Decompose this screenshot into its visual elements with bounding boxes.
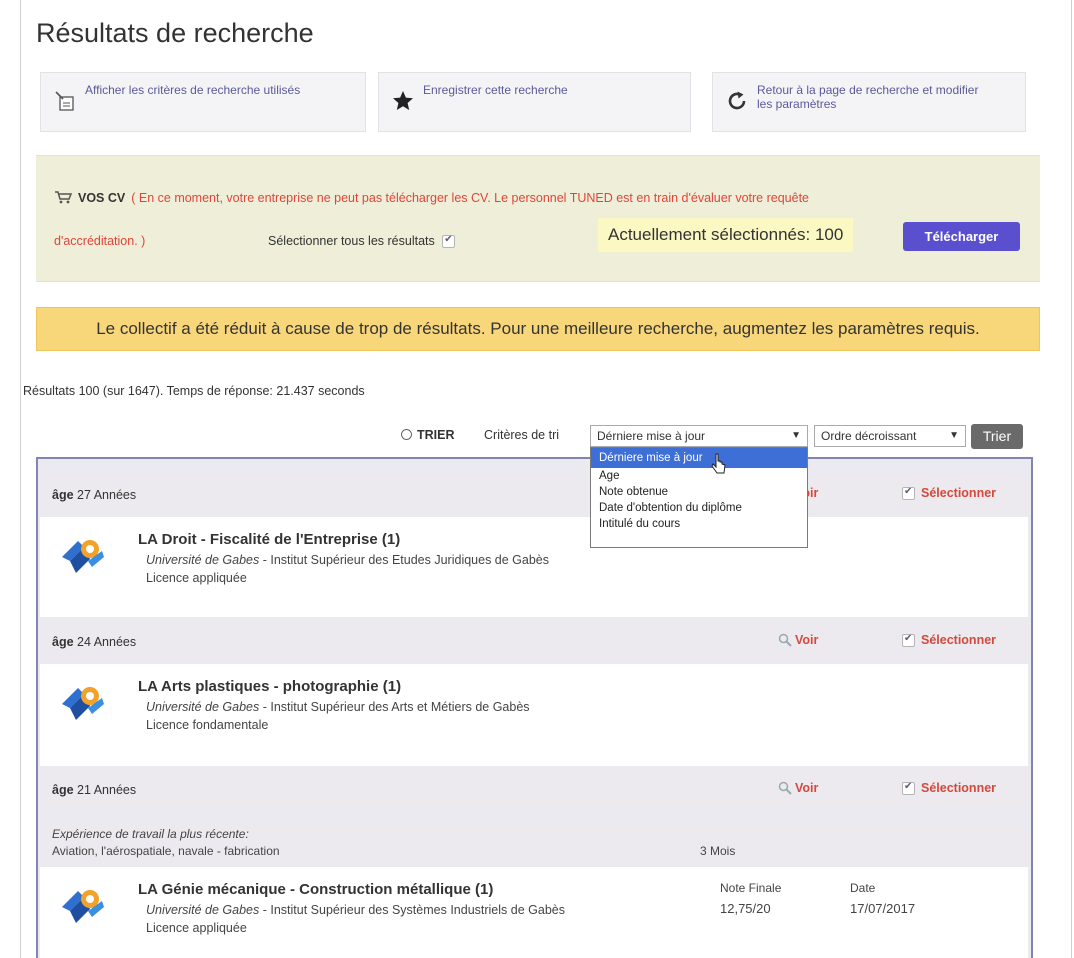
- dropdown-option[interactable]: Intitulé du cours: [591, 516, 807, 532]
- select-checkbox[interactable]: [902, 633, 915, 647]
- cv-heading: VOS CV: [78, 191, 126, 205]
- select-candidate[interactable]: Sélectionner: [902, 633, 996, 647]
- download-button[interactable]: Télécharger: [903, 222, 1020, 251]
- back-to-search-button[interactable]: Retour à la page de recherche et modifie…: [712, 72, 1026, 132]
- select-all-checkbox[interactable]: [442, 234, 456, 248]
- dropdown-option[interactable]: Date d'obtention du diplôme: [591, 500, 807, 516]
- warning-banner: Le collectif a été réduit à cause de tro…: [36, 307, 1040, 351]
- sort-criteria-select[interactable]: Dérniere mise à jour ▼: [590, 425, 808, 447]
- cv-panel: VOS CV ( En ce moment, votre entreprise n…: [36, 155, 1040, 282]
- save-search-button[interactable]: Enregistrer cette recherche: [378, 72, 691, 132]
- candidate-header: âge 24 Années Voir Sélectionner: [40, 620, 1028, 662]
- pointer-cursor-icon: [711, 453, 726, 474]
- candidate-age: âge 27 Années: [52, 488, 137, 502]
- course-title: LA Génie mécanique - Construction métall…: [138, 881, 494, 898]
- view-button[interactable]: Voir: [778, 633, 818, 647]
- grade-value: 12,75/20: [720, 901, 771, 916]
- experience-label: Expérience de travail la plus récente:: [52, 827, 249, 841]
- cv-notice: VOS CV ( En ce moment, votre entreprise n…: [54, 190, 1034, 205]
- show-criteria-label: Afficher les critères de recherche utili…: [85, 83, 301, 97]
- candidate-age: âge 24 Années: [52, 635, 137, 649]
- institution: Université de Gabes - Institut Supérieur…: [146, 903, 565, 917]
- save-search-label: Enregistrer cette recherche: [423, 83, 568, 97]
- dropdown-option[interactable]: Age: [591, 468, 807, 484]
- show-criteria-button[interactable]: Afficher les critères de recherche utili…: [40, 72, 366, 132]
- select-all-label: Sélectionner tous les résultats: [268, 234, 435, 248]
- dropdown-option[interactable]: Dérniere mise à jour: [591, 448, 807, 468]
- grade-label: Note Finale: [720, 881, 782, 895]
- page-title: Résultats de recherche: [36, 18, 314, 48]
- sort-toggle-label: TRIER: [417, 428, 455, 442]
- chevron-down-icon: ▼: [949, 430, 959, 441]
- course-title: LA Droit - Fiscalité de l'Entreprise (1): [138, 531, 401, 548]
- candidate-header: âge 21 Années Voir Sélectionner: [40, 768, 1028, 810]
- candidate-details: LA Droit - Fiscalité de l'Entreprise (1)…: [40, 517, 1028, 617]
- degree-type: Licence appliquée: [146, 571, 247, 585]
- chevron-down-icon: ▼: [791, 430, 801, 441]
- results-summary: Résultats 100 (sur 1647). Temps de répon…: [23, 384, 365, 398]
- magnifier-icon: [778, 781, 792, 795]
- degree-type: Licence appliquée: [146, 921, 247, 935]
- sort-order-select[interactable]: Ordre décroissant ▼: [814, 425, 966, 447]
- sort-toggle[interactable]: TRIER: [401, 428, 455, 442]
- back-to-search-label: Retour à la page de recherche et modifie…: [757, 83, 979, 111]
- sort-criteria-label: Critères de tri: [484, 428, 560, 442]
- degree-type: Licence fondamentale: [146, 718, 269, 732]
- select-checkbox[interactable]: [902, 486, 915, 500]
- university-logo: [62, 687, 104, 720]
- sort-button[interactable]: Trier: [971, 424, 1023, 449]
- candidate-age: âge 21 Années: [52, 783, 137, 797]
- candidate-details: LA Arts plastiques - photographie (1) Un…: [40, 664, 1028, 766]
- select-all-results[interactable]: Sélectionner tous les résultats: [268, 234, 456, 248]
- university-logo: [62, 890, 104, 923]
- select-candidate[interactable]: Sélectionner: [902, 486, 996, 500]
- university-logo: [62, 540, 104, 573]
- current-selected-count: Actuellement sélectionnés: 100: [598, 218, 854, 252]
- cart-icon: [55, 191, 72, 204]
- refresh-icon: [728, 91, 746, 110]
- experience-duration: 3 Mois: [700, 844, 736, 858]
- magnifier-icon: [778, 633, 792, 647]
- criteria-doc-icon: [55, 91, 74, 111]
- institution: Université de Gabes - Institut Supérieur…: [146, 700, 530, 714]
- sort-criteria-value: Dérniere mise à jour: [597, 429, 706, 443]
- candidate-details: LA Génie mécanique - Construction métall…: [40, 867, 1028, 958]
- select-checkbox[interactable]: [902, 781, 915, 795]
- experience-field: Aviation, l'aérospatiale, navale - fabri…: [52, 844, 280, 858]
- course-title: LA Arts plastiques - photographie (1): [138, 678, 402, 695]
- cv-message: ( En ce moment, votre entreprise ne peut…: [131, 191, 810, 205]
- date-label: Date: [850, 881, 876, 895]
- date-value: 17/07/2017: [850, 901, 916, 916]
- candidate-header: âge 27 Années Voir Sélectionner: [40, 473, 1028, 515]
- sort-order-value: Ordre décroissant: [821, 429, 917, 443]
- sort-criteria-dropdown[interactable]: Dérniere mise à jour Age Note obtenue Da…: [590, 447, 808, 548]
- radio-icon: [401, 429, 412, 440]
- institution: Université de Gabes - Institut Supérieur…: [146, 553, 550, 567]
- dropdown-option[interactable]: Note obtenue: [591, 484, 807, 500]
- select-candidate[interactable]: Sélectionner: [902, 781, 996, 795]
- cv-message-end: d'accréditation. ): [54, 234, 146, 248]
- star-icon: [393, 91, 413, 110]
- view-button[interactable]: Voir: [778, 781, 818, 795]
- experience-block: Expérience de travail la plus récente: A…: [40, 823, 1028, 865]
